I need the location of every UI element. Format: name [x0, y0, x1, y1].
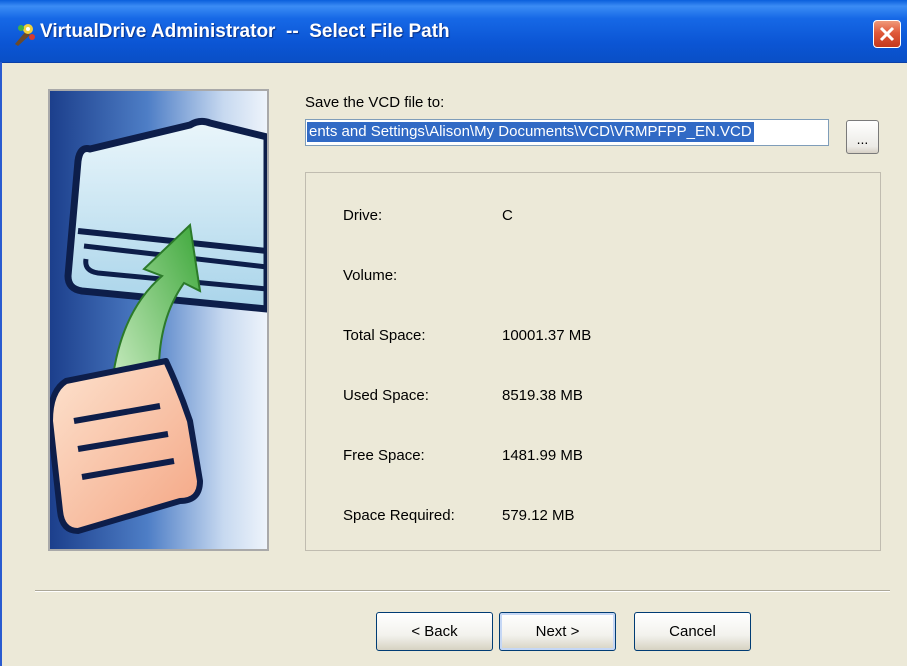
title-bar[interactable]: VirtualDrive Administrator -- Select Fil…	[0, 0, 907, 63]
file-path-input[interactable]: ents and Settings\Alison\My Documents\VC…	[305, 119, 829, 146]
browse-button[interactable]: ...	[846, 120, 879, 154]
cancel-button[interactable]: Cancel	[634, 612, 751, 651]
drive-info-panel: Drive: C Volume: Total Space: 10001.37 M…	[305, 172, 881, 551]
volume-label: Volume:	[343, 267, 398, 284]
drive-label: Drive:	[343, 207, 383, 224]
used-space-value: 8519.38 MB	[502, 387, 583, 404]
button-divider	[35, 590, 890, 592]
window-frame	[0, 62, 2, 666]
close-button[interactable]	[873, 20, 901, 48]
back-button[interactable]: < Back	[376, 612, 493, 651]
total-space-value: 10001.37 MB	[502, 327, 592, 344]
next-button[interactable]: Next >	[499, 612, 616, 651]
save-path-label: Save the VCD file to:	[305, 94, 445, 111]
free-space-value: 1481.99 MB	[502, 447, 583, 464]
space-required-value: 579.12 MB	[502, 507, 575, 524]
used-space-label: Used Space:	[343, 387, 429, 404]
space-required-label: Space Required:	[343, 507, 455, 524]
window-title: VirtualDrive Administrator -- Select Fil…	[40, 21, 450, 42]
drive-value: C	[502, 207, 513, 224]
wizard-illustration	[48, 89, 269, 551]
total-space-label: Total Space:	[343, 327, 426, 344]
file-path-value: ents and Settings\Alison\My Documents\VC…	[307, 122, 754, 142]
app-wizard-icon	[12, 22, 36, 46]
close-icon	[879, 26, 895, 42]
free-space-label: Free Space:	[343, 447, 425, 464]
